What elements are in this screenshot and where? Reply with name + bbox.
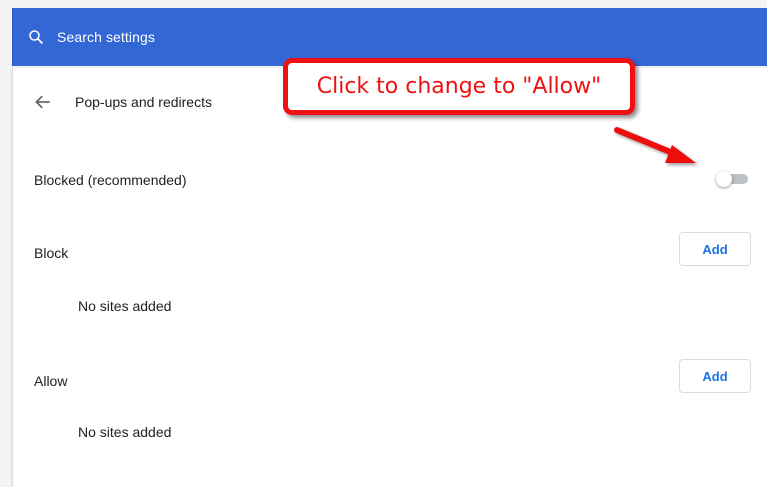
settings-card: Pop-ups and redirects Blocked (recommend…	[12, 68, 767, 487]
block-section-title: Block	[34, 245, 69, 261]
page-title: Pop-ups and redirects	[75, 94, 212, 110]
annotation-callout: Click to change to "Allow"	[283, 58, 635, 115]
blocked-toggle[interactable]	[716, 171, 750, 187]
annotation-text: Click to change to "Allow"	[316, 74, 602, 99]
allow-section-title: Allow	[34, 373, 68, 389]
toggle-knob	[716, 171, 732, 187]
search-icon	[29, 30, 43, 44]
search-input[interactable]: Search settings	[57, 29, 155, 45]
back-arrow-icon[interactable]	[33, 92, 53, 112]
blocked-setting-label: Blocked (recommended)	[34, 172, 187, 188]
allow-empty-text: No sites added	[78, 424, 172, 440]
block-add-button[interactable]: Add	[679, 232, 751, 266]
allow-add-button[interactable]: Add	[679, 359, 751, 393]
block-empty-text: No sites added	[78, 298, 172, 314]
